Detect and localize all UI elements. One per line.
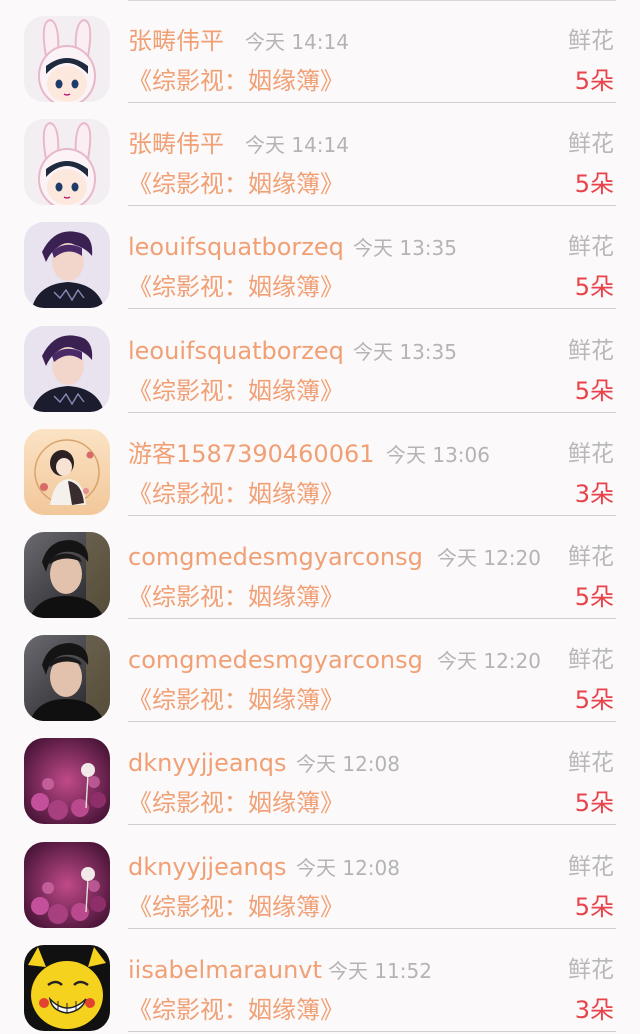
user-name[interactable]: dknyyjjeanqs bbox=[128, 746, 287, 780]
timestamp: 今天 13:35 bbox=[353, 236, 457, 261]
work-title[interactable]: 《综影视：姻缘簿》 bbox=[128, 167, 344, 201]
gift-record-row[interactable]: dknyyjjeanqs 今天 12:08 鲜花《综影视：姻缘簿》 5朵 bbox=[0, 722, 640, 826]
gift-record-row[interactable]: leouifsquatborzeq 今天 13:35 鲜花《综影视：姻缘簿》 5朵 bbox=[0, 206, 640, 310]
purple-hair-man-avatar[interactable] bbox=[24, 222, 110, 309]
man-portrait-avatar[interactable] bbox=[24, 635, 110, 722]
timestamp: 今天 13:06 bbox=[386, 442, 490, 467]
man-portrait-avatar[interactable] bbox=[24, 532, 110, 618]
bunny-hood-boy-avatar[interactable] bbox=[24, 119, 110, 206]
work-title[interactable]: 《综影视：姻缘簿》 bbox=[128, 890, 344, 924]
gift-record-row[interactable]: comgmedesmgyarconsg 今天 12:20 鲜花《综影视：姻缘簿》 5朵 bbox=[0, 516, 640, 619]
work-title[interactable]: 《综影视：姻缘簿》 bbox=[128, 270, 344, 304]
user-name[interactable]: 游客1587390460061 bbox=[128, 437, 375, 471]
dandelion-flowers-avatar[interactable] bbox=[24, 738, 110, 825]
gift-type-label: 鲜花 bbox=[568, 750, 614, 777]
gift-record-row[interactable]: iisabelmaraunvt 今天 11:52 鲜花《综影视：姻缘簿》 3朵 bbox=[0, 929, 640, 1032]
work-title[interactable]: 《综影视：姻缘簿》 bbox=[128, 786, 344, 820]
gift-count: 5朵 bbox=[574, 67, 614, 95]
timestamp: 今天 12:08 bbox=[296, 752, 400, 777]
timestamp: 今天 14:14 bbox=[245, 133, 349, 158]
user-name[interactable]: dknyyjjeanqs bbox=[128, 850, 287, 884]
user-name[interactable]: comgmedesmgyarconsg bbox=[128, 643, 423, 677]
gift-record-row[interactable]: comgmedesmgyarconsg 今天 12:20 鲜花《综影视：姻缘簿》 5朵 bbox=[0, 619, 640, 723]
user-name[interactable]: leouifsquatborzeq bbox=[128, 230, 344, 264]
gift-count: 3朵 bbox=[574, 479, 614, 508]
user-name[interactable]: 张畴伟平 bbox=[128, 127, 224, 161]
work-title[interactable]: 《综影视：姻缘簿》 bbox=[128, 993, 344, 1027]
gift-type-label: 鲜花 bbox=[568, 647, 614, 674]
gift-record-row[interactable]: 游客1587390460061 今天 13:06 鲜花《综影视：姻缘簿》 3朵 bbox=[0, 413, 640, 516]
timestamp: 今天 14:14 bbox=[245, 30, 349, 54]
gift-count: 5朵 bbox=[574, 376, 614, 405]
gift-type-label: 鲜花 bbox=[568, 234, 614, 261]
gift-count: 5朵 bbox=[574, 170, 614, 199]
gift-type-label: 鲜花 bbox=[568, 956, 614, 983]
purple-hair-man-avatar[interactable] bbox=[24, 325, 110, 412]
yellow-meme-face-avatar[interactable] bbox=[24, 944, 110, 1031]
gift-type-label: 鲜花 bbox=[568, 440, 614, 467]
row-divider bbox=[128, 1030, 616, 1032]
timestamp: 今天 12:20 bbox=[437, 649, 541, 674]
timestamp: 今天 12:08 bbox=[296, 855, 400, 880]
gift-record-list: 张畴伟平 今天 14:14 鲜花 《综影视：姻缘簿》 5朵 张畴伟平 今天 14:14 鲜花《… bbox=[0, 0, 640, 1034]
gift-count: 5朵 bbox=[574, 789, 614, 818]
illustrated-couple-avatar[interactable] bbox=[24, 428, 110, 515]
timestamp: 今天 12:20 bbox=[437, 546, 541, 570]
gift-count: 5朵 bbox=[574, 686, 614, 715]
gift-record-row[interactable]: 张畴伟平 今天 14:14 鲜花《综影视：姻缘簿》 5朵 bbox=[0, 103, 640, 207]
bunny-hood-boy-avatar[interactable] bbox=[24, 16, 110, 102]
gift-count: 3朵 bbox=[574, 995, 614, 1024]
gift-record-row[interactable]: dknyyjjeanqs 今天 12:08 鲜花《综影视：姻缘簿》 5朵 bbox=[0, 826, 640, 929]
user-name[interactable]: leouifsquatborzeq bbox=[128, 334, 344, 368]
gift-count: 5朵 bbox=[574, 583, 614, 611]
user-name[interactable]: comgmedesmgyarconsg bbox=[128, 540, 423, 574]
work-title[interactable]: 《综影视：姻缘簿》 bbox=[128, 64, 344, 98]
work-title[interactable]: 《综影视：姻缘簿》 bbox=[128, 477, 344, 511]
user-name[interactable]: 张畴伟平 bbox=[128, 24, 224, 58]
gift-type-label: 鲜花 bbox=[568, 337, 614, 364]
gift-type-label: 鲜花 bbox=[568, 28, 614, 54]
gift-count: 5朵 bbox=[574, 892, 614, 921]
timestamp: 今天 13:35 bbox=[353, 339, 457, 364]
dandelion-flowers-avatar[interactable] bbox=[24, 841, 110, 928]
gift-record-row[interactable]: leouifsquatborzeq 今天 13:35 鲜花《综影视：姻缘簿》 5朵 bbox=[0, 310, 640, 413]
gift-record-row[interactable]: 张畴伟平 今天 14:14 鲜花《综影视：姻缘簿》 5朵 bbox=[0, 0, 640, 103]
work-title[interactable]: 《综影视：姻缘簿》 bbox=[128, 374, 344, 408]
user-name[interactable]: iisabelmaraunvt bbox=[128, 953, 322, 987]
work-title[interactable]: 《综影视：姻缘簿》 bbox=[128, 580, 344, 614]
work-title[interactable]: 《综影视：姻缘簿》 bbox=[128, 683, 344, 717]
timestamp: 今天 11:52 bbox=[328, 958, 432, 983]
gift-type-label: 鲜花 bbox=[568, 544, 614, 570]
gift-type-label: 鲜花 bbox=[568, 131, 614, 158]
gift-type-label: 鲜花 bbox=[568, 853, 614, 880]
gift-count: 5朵 bbox=[574, 273, 614, 302]
